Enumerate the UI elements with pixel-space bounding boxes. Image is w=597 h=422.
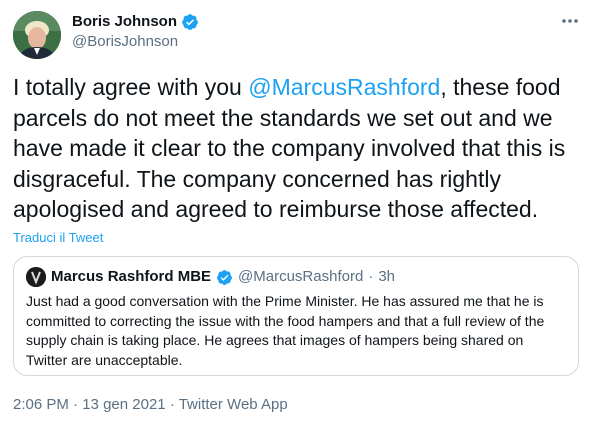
tweet-text-before: I totally agree with you xyxy=(13,74,249,100)
quoted-tweet[interactable]: Marcus Rashford MBE @MarcusRashford · 3h… xyxy=(13,256,579,376)
more-options-button[interactable] xyxy=(557,8,583,34)
tweet-source-app[interactable]: Twitter Web App xyxy=(179,396,288,413)
quoted-author-handle: @MarcusRashford xyxy=(238,268,364,285)
quoted-tweet-text: Just had a good conversation with the Pr… xyxy=(26,293,545,368)
mention-link[interactable]: @MarcusRashford xyxy=(248,74,440,100)
meta-separator: · xyxy=(169,396,175,413)
more-options-icon xyxy=(562,19,578,23)
author-name-row[interactable]: Boris Johnson xyxy=(72,13,199,31)
translate-tweet-link[interactable]: Traduci il Tweet xyxy=(13,230,103,245)
tweet-text: I totally agree with you @MarcusRashford… xyxy=(13,72,588,225)
verified-badge-icon xyxy=(182,14,198,30)
meta-separator: · xyxy=(73,396,79,413)
quoted-author-name: Marcus Rashford MBE xyxy=(51,268,212,285)
author-handle[interactable]: @BorisJohnson xyxy=(72,33,178,51)
quoted-tweet-header: Marcus Rashford MBE @MarcusRashford · 3h xyxy=(26,267,395,287)
tweet-meta: 2:06 PM · 13 gen 2021 · Twitter Web App xyxy=(13,396,288,414)
author-avatar[interactable] xyxy=(13,11,61,59)
quoted-author-avatar xyxy=(26,267,46,287)
tweet-date[interactable]: 13 gen 2021 xyxy=(82,396,165,413)
tweet-card: Boris Johnson @BorisJohnson I totally ag… xyxy=(0,0,597,422)
author-name[interactable]: Boris Johnson xyxy=(72,13,177,31)
quoted-time: 3h xyxy=(378,268,395,285)
tweet-time[interactable]: 2:06 PM xyxy=(13,396,69,413)
verified-badge-icon xyxy=(217,269,232,285)
quoted-separator: · xyxy=(368,268,374,285)
